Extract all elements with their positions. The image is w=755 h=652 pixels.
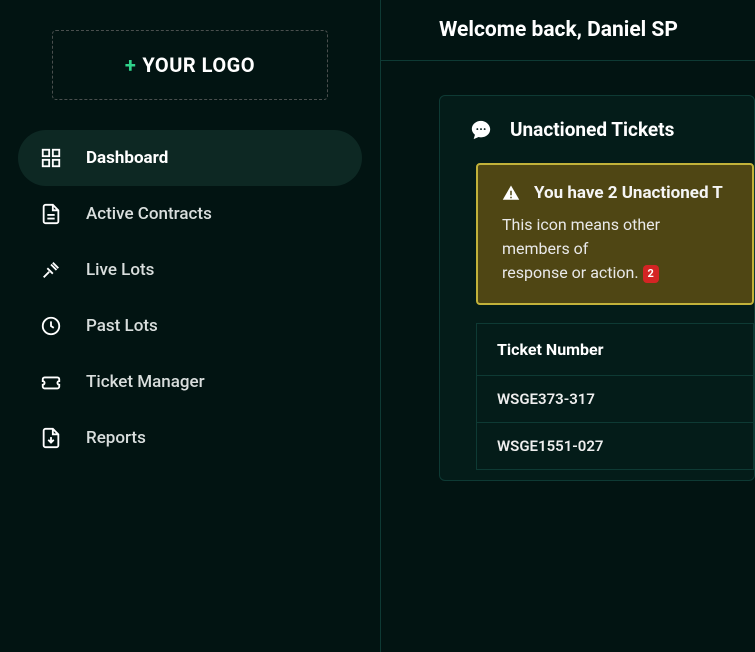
alert-body: This icon means other members of respons… xyxy=(502,213,728,285)
tickets-table: Ticket Number WSGE373-317 WSGE1551-027 xyxy=(476,323,754,470)
sidebar-item-label: Dashboard xyxy=(86,148,168,168)
sidebar-item-active-contracts[interactable]: Active Contracts xyxy=(18,186,362,242)
download-file-icon xyxy=(40,427,62,449)
sidebar-item-reports[interactable]: Reports xyxy=(18,410,362,466)
logo-upload[interactable]: + YOUR LOGO xyxy=(52,30,328,100)
unactioned-card: Unactioned Tickets You have 2 Unactioned… xyxy=(439,95,755,481)
sidebar-item-live-lots[interactable]: Live Lots xyxy=(18,242,362,298)
logo-text: YOUR LOGO xyxy=(142,53,255,77)
nav: Dashboard Active Contracts Live Lots Pas… xyxy=(0,130,380,466)
ticket-icon xyxy=(40,371,62,393)
card-header: Unactioned Tickets xyxy=(440,96,754,163)
clock-icon xyxy=(40,315,62,337)
alert-title: You have 2 Unactioned T xyxy=(534,183,723,203)
sidebar: + YOUR LOGO Dashboard Active Contracts L… xyxy=(0,0,381,652)
alert-heading: You have 2 Unactioned T xyxy=(502,183,728,203)
sidebar-item-label: Reports xyxy=(86,428,146,448)
card-title: Unactioned Tickets xyxy=(510,118,674,141)
table-header: Ticket Number xyxy=(477,324,753,376)
sidebar-item-label: Active Contracts xyxy=(86,204,212,224)
sidebar-item-label: Past Lots xyxy=(86,316,158,336)
main: Welcome back, Daniel SP Unactioned Ticke… xyxy=(381,0,755,652)
warning-icon xyxy=(502,184,520,202)
sidebar-item-label: Live Lots xyxy=(86,260,154,280)
header: Welcome back, Daniel SP xyxy=(381,0,755,61)
sidebar-item-past-lots[interactable]: Past Lots xyxy=(18,298,362,354)
dashboard-icon xyxy=(40,147,62,169)
gavel-icon xyxy=(40,259,62,281)
welcome-text: Welcome back, Daniel SP xyxy=(439,18,755,42)
plus-icon: + xyxy=(125,53,136,77)
content: Unactioned Tickets You have 2 Unactioned… xyxy=(381,61,755,481)
sidebar-item-ticket-manager[interactable]: Ticket Manager xyxy=(18,354,362,410)
alert-body-line1: This icon means other members of xyxy=(502,215,660,258)
document-icon xyxy=(40,203,62,225)
table-row[interactable]: WSGE1551-027 xyxy=(477,423,753,470)
count-badge: 2 xyxy=(643,265,659,284)
alert-body-line2: response or action. xyxy=(502,263,639,282)
chat-icon xyxy=(470,119,492,141)
unactioned-alert: You have 2 Unactioned T This icon means … xyxy=(476,163,754,305)
sidebar-item-dashboard[interactable]: Dashboard xyxy=(18,130,362,186)
sidebar-item-label: Ticket Manager xyxy=(86,372,205,392)
table-row[interactable]: WSGE373-317 xyxy=(477,376,753,423)
